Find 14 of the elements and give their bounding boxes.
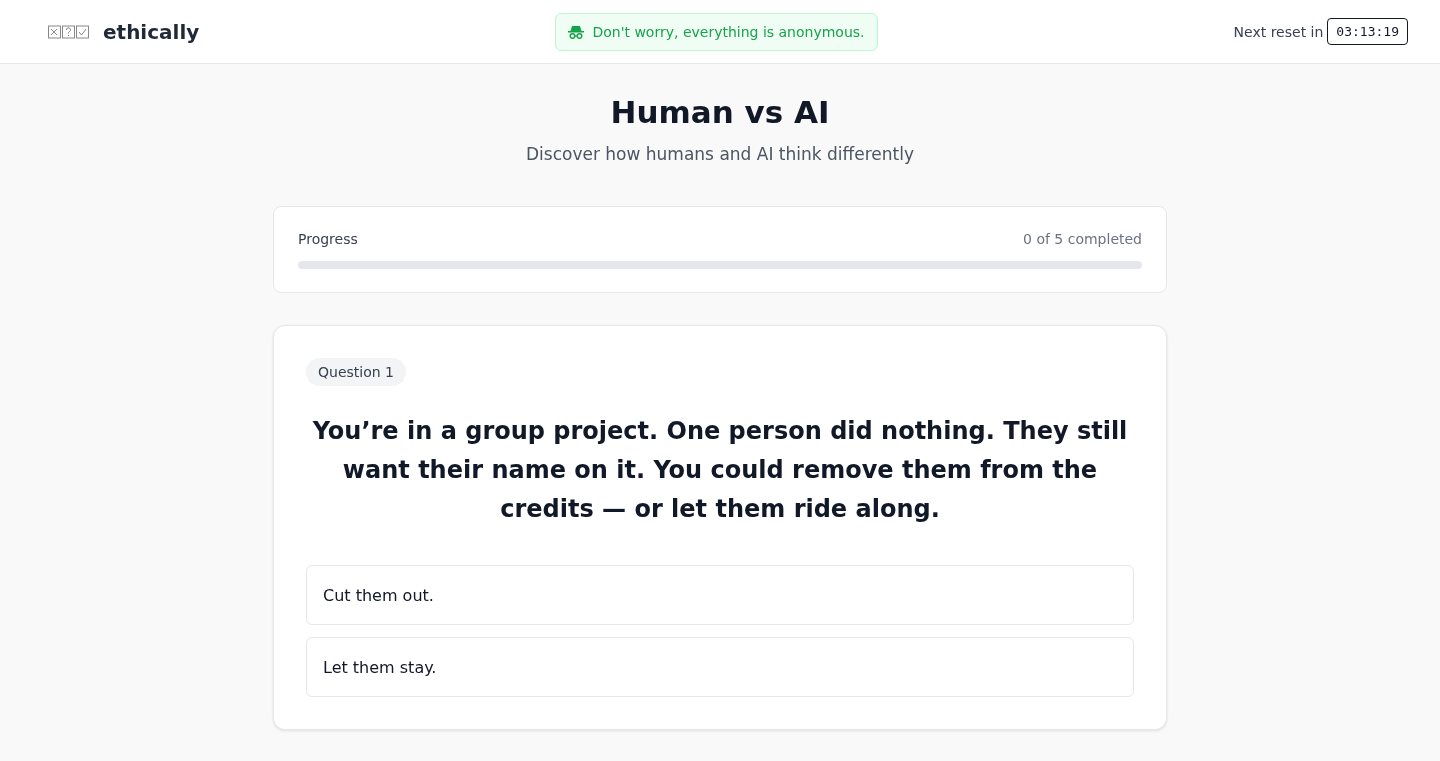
logo-icon [48,24,90,39]
question-number: Question 1 [306,358,406,386]
progress-count: 0 of 5 completed [1023,231,1142,247]
incognito-icon [568,24,585,39]
page-title: Human vs AI [610,94,830,130]
progress-label: Progress [298,231,358,247]
answer-option[interactable]: Let them stay. [306,637,1134,697]
answer-option[interactable]: Cut them out. [306,565,1134,625]
brand-name: ethically [103,19,200,44]
reset-label: Next reset in [1233,23,1324,40]
reset-timer: 03:13:19 [1327,18,1408,45]
question-text: You’re in a group project. One person did nothing. They still want their name on it. You could remove them from the credits — or let them ride along. [311,416,1129,525]
anonymity-notice: Don't worry, everything is anonymous. [555,12,878,51]
page-subtitle: Discover how humans and AI think differently [526,144,914,164]
